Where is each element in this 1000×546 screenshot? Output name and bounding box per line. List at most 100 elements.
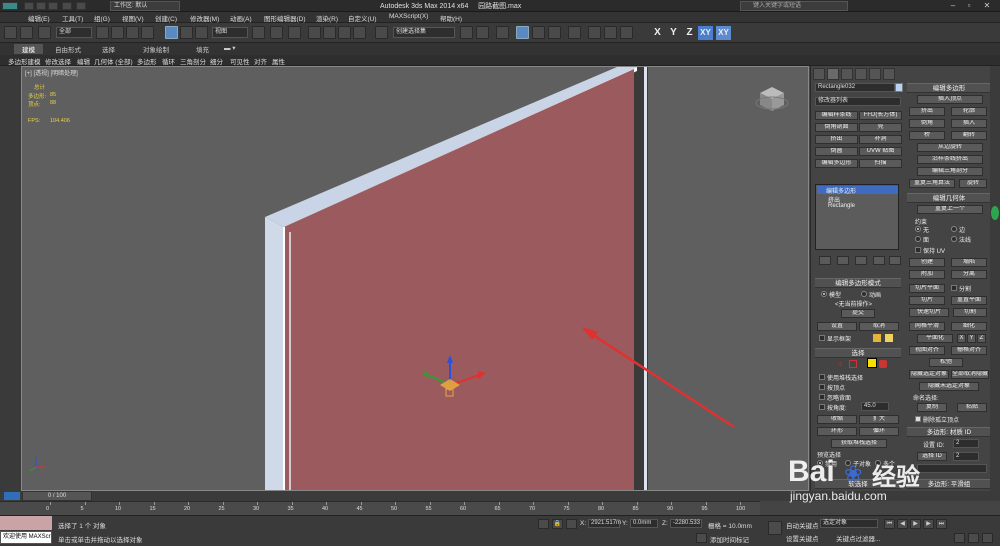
command-panel-scrollbar[interactable]: [990, 66, 1000, 491]
display-tab-icon[interactable]: [869, 68, 881, 80]
tab-freeform[interactable]: 自由形式: [55, 44, 81, 54]
isolate-selection-icon[interactable]: [538, 519, 549, 529]
constraint-face-radio[interactable]: [915, 236, 921, 242]
bevel-button[interactable]: 倒角: [909, 119, 945, 128]
by-vertex-checkbox[interactable]: [819, 384, 825, 390]
menu-edit[interactable]: 编辑(E): [28, 13, 50, 23]
stack-item-rectangle[interactable]: Rectangle: [828, 203, 855, 209]
axis-y-button[interactable]: Y: [666, 26, 681, 40]
outline-button[interactable]: 轮廓: [951, 107, 987, 116]
view-align-button[interactable]: 视图对齐: [909, 346, 945, 355]
attach-button[interactable]: 附加: [909, 270, 945, 279]
ring-button[interactable]: 环形: [817, 427, 857, 436]
repeat-last-button[interactable]: 重复上一个: [917, 205, 983, 214]
menu-help[interactable]: 帮助(H): [440, 13, 462, 23]
planar-y-button[interactable]: Y: [967, 334, 976, 343]
stack-item-edit-poly[interactable]: 编辑多边形: [817, 186, 898, 195]
modifier-list-dropdown[interactable]: 修改器列表: [815, 97, 901, 106]
edge-mode-icon[interactable]: [849, 360, 857, 368]
named-selection-dropdown[interactable]: 创建选择集: [393, 27, 455, 38]
cage-color-swatch[interactable]: [873, 334, 881, 342]
unhide-all-button[interactable]: 全部取消隐藏: [951, 370, 989, 379]
absolute-mode-icon[interactable]: [566, 519, 577, 529]
maximize-icon[interactable]: ▫: [962, 0, 976, 12]
cage-selected-color-swatch[interactable]: [885, 334, 893, 342]
goto-start-icon[interactable]: ⏮: [884, 519, 895, 529]
panel-triangulation[interactable]: 三角剖分: [180, 56, 206, 66]
settings-button[interactable]: 设置: [817, 322, 857, 331]
new-file-icon[interactable]: [24, 2, 34, 10]
axis-z-button[interactable]: Z: [682, 26, 697, 40]
pin-stack-icon[interactable]: [819, 256, 831, 265]
paste-button[interactable]: 粘贴: [957, 403, 987, 412]
select-by-name-icon[interactable]: [111, 26, 124, 39]
remove-modifier-icon[interactable]: [873, 256, 885, 265]
panel-loops[interactable]: 循环: [162, 56, 175, 66]
render-production-icon[interactable]: [620, 26, 633, 39]
mod-uvw-map-button[interactable]: UVW 贴图: [859, 147, 902, 156]
floating-badge-icon[interactable]: [991, 206, 999, 220]
menu-maxscript[interactable]: MAXScript(X): [389, 13, 428, 20]
hide-selected-button[interactable]: 隐藏选定对象: [909, 370, 949, 379]
orbit-icon[interactable]: [982, 533, 993, 543]
retriangulate-button[interactable]: 重复三角算法: [909, 179, 955, 188]
create-tab-icon[interactable]: [813, 68, 825, 80]
panel-subdivision[interactable]: 细分: [210, 56, 223, 66]
ignore-backfacing-checkbox[interactable]: [819, 394, 825, 400]
edit-named-sel-icon[interactable]: [375, 26, 388, 39]
material-id-header[interactable]: 多边形: 材质 ID: [907, 427, 990, 437]
copy-button[interactable]: 复制: [917, 403, 947, 412]
layer-manager-icon[interactable]: [496, 26, 509, 39]
edit-geometry-header[interactable]: 编辑几何体: [907, 193, 990, 203]
hinge-from-edge-button[interactable]: 从边旋转: [917, 143, 983, 152]
mod-sweep-button[interactable]: 扫描: [859, 159, 902, 168]
save-file-icon[interactable]: [48, 2, 58, 10]
panel-polygon-modeling[interactable]: 多边形建模: [8, 56, 41, 66]
window-crossing-icon[interactable]: [141, 26, 154, 39]
play-icon[interactable]: ▶: [910, 519, 921, 529]
pivot-center-icon[interactable]: [252, 26, 265, 39]
menu-modifiers[interactable]: 修改器(M): [190, 13, 219, 23]
select-object-icon[interactable]: [96, 26, 109, 39]
object-name-field[interactable]: Rectangle032: [815, 83, 895, 92]
z-coord-field[interactable]: -2280.533: [670, 519, 702, 528]
axis-xy-cycle-button[interactable]: XY: [716, 26, 731, 40]
menu-view[interactable]: 视图(V): [122, 13, 144, 23]
tab-selection[interactable]: 选择: [102, 44, 115, 54]
set-key-icon[interactable]: [768, 521, 782, 535]
edit-poly-mode-header[interactable]: 编辑多边形模式: [815, 278, 901, 288]
edit-triangulation-button[interactable]: 编辑三角剖分: [917, 167, 983, 176]
selection-filter-dropdown[interactable]: 全部: [56, 27, 92, 38]
x-coord-field[interactable]: 2921.517m: [588, 519, 621, 528]
selection-header[interactable]: 选择: [815, 348, 901, 358]
goto-end-icon[interactable]: ⏭: [936, 519, 947, 529]
maxscript-listener[interactable]: 欢迎使用 MAXScr: [0, 531, 52, 544]
mod-edit-spline-button[interactable]: 编辑样条线: [815, 111, 858, 120]
menu-create[interactable]: 创建(C): [155, 13, 177, 23]
spinner-snap-icon[interactable]: [353, 26, 366, 39]
search-input[interactable]: 键入关键字或短语: [740, 1, 848, 11]
angle-snap-icon[interactable]: [323, 26, 336, 39]
hierarchy-tab-icon[interactable]: [841, 68, 853, 80]
time-tag-icon[interactable]: [696, 533, 707, 543]
undo-icon[interactable]: [62, 2, 72, 10]
planar-z-button[interactable]: Z: [977, 334, 986, 343]
track-bar[interactable]: 0 5 10 15 20 25 30 35 40 45 50 55 60 65 70 75 80 85 90 95 10…: [0, 501, 760, 515]
inset-button[interactable]: 插入: [951, 119, 987, 128]
animate-radio[interactable]: [861, 291, 867, 297]
open-file-icon[interactable]: [36, 2, 46, 10]
split-checkbox[interactable]: [951, 285, 957, 291]
hide-unselected-button[interactable]: 隐藏未选定对象: [919, 382, 979, 391]
configure-sets-icon[interactable]: [889, 256, 901, 265]
bridge-button[interactable]: 桥: [909, 131, 945, 140]
panel-visibility[interactable]: 可见性: [230, 56, 250, 66]
next-frame-icon[interactable]: ▶: [923, 519, 934, 529]
schematic-view-icon[interactable]: [548, 26, 561, 39]
tab-modeling[interactable]: 建模: [14, 44, 43, 54]
bind-space-warp-icon[interactable]: [38, 26, 51, 39]
tab-object-paint[interactable]: 对象绘制: [143, 44, 169, 54]
show-cage-checkbox[interactable]: [819, 335, 825, 341]
prev-frame-icon[interactable]: ◀: [897, 519, 908, 529]
app-logo-icon[interactable]: [2, 2, 18, 10]
insert-vertex-button[interactable]: 插入顶点: [917, 95, 983, 104]
